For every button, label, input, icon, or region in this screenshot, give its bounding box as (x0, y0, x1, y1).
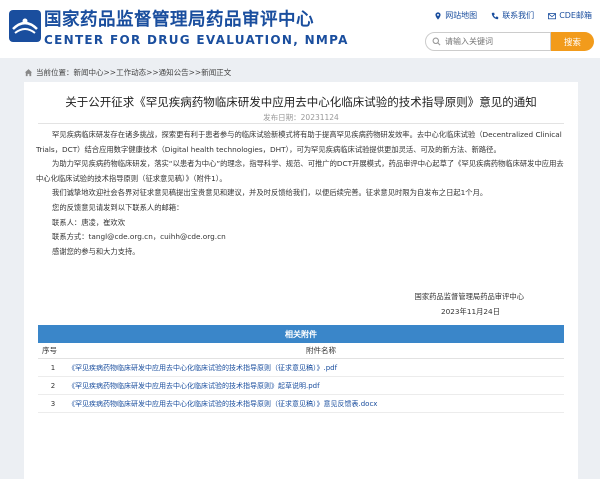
paragraph-draft: 为助力罕见疾病药物临床研发，落实“以患者为中心”的理念，指导科学、规范、可推广的… (36, 159, 564, 183)
table-row: 2 《罕见疾病药物临床研发中应用去中心化临床试验的技术指导原则》起草说明.pdf (38, 377, 564, 395)
row-number: 1 (50, 363, 56, 372)
search-box (425, 32, 551, 51)
article-title: 关于公开征求《罕见疾病药物临床研发中应用去中心化临床试验的技术指导原则》意见的通… (65, 95, 537, 109)
cde-logo-icon[interactable] (8, 9, 42, 43)
phone-icon (491, 12, 499, 19)
signature-date: 2023年11月24日 (440, 307, 500, 316)
paragraph-invite: 我们诚挚地欢迎社会各界对征求意见稿提出宝贵意见和建议，并及时反馈给我们，以便后续… (52, 188, 488, 198)
paragraph-feedback: 您的反馈意见请发到以下联系人的邮箱： (52, 202, 184, 212)
attachment-link-3[interactable]: 《罕见疾病药物临床研发中应用去中心化临床试验的技术指导原则（征求意见稿）》意见反… (68, 399, 377, 409)
cde-mail-label: CDE邮箱 (559, 11, 592, 20)
table-row: 3 《罕见疾病药物临床研发中应用去中心化临床试验的技术指导原则（征求意见稿）》意… (38, 395, 564, 413)
contact-label: 联系我们 (502, 11, 535, 20)
column-number: 序号 (42, 346, 57, 355)
breadcrumb-text[interactable]: 当前位置：新闻中心>>工作动态>>通知公告>>新闻正文 (36, 67, 231, 78)
paragraph-thanks: 感谢您的参与和大力支持。 (52, 246, 140, 256)
mail-icon (548, 12, 557, 19)
title-divider (38, 123, 564, 124)
search-button[interactable]: 搜索 (551, 32, 594, 51)
map-pin-icon (435, 11, 441, 20)
top-links: 网站地图 联系我们 CDE邮箱 (434, 10, 592, 21)
site-header: 国家药品监督管理局药品审评中心 CENTER FOR DRUG EVALUATI… (0, 0, 600, 58)
table-row: 1 《罕见疾病药物临床研发中应用去中心化临床试验的技术指导原则（征求意见稿）》.… (38, 359, 564, 377)
article-body: 罕见疾病临床研发存在诸多挑战，探索更有利于患者参与的临床试验新模式将有助于提高罕… (36, 128, 566, 259)
attachment-link-2[interactable]: 《罕见疾病药物临床研发中应用去中心化临床试验的技术指导原则》起草说明.pdf (68, 381, 320, 391)
search-input[interactable] (445, 37, 545, 46)
row-number: 3 (50, 399, 56, 408)
contact-emails: 联系方式：tangl@cde.org.cn，cuihh@cde.org.cn (52, 232, 226, 242)
column-name: 附件名称 (306, 346, 336, 355)
article-panel: 关于公开征求《罕见疾病药物临床研发中应用去中心化临床试验的技术指导原则》意见的通… (24, 82, 578, 479)
publish-date: 发布日期：20231124 (263, 113, 339, 122)
contact-link[interactable]: 联系我们 (491, 10, 534, 21)
search-icon (432, 37, 441, 46)
sitemap-link[interactable]: 网站地图 (434, 10, 477, 21)
attachments-column-headers: 序号 附件名称 (38, 343, 564, 359)
row-number: 2 (50, 381, 56, 390)
home-icon (24, 69, 33, 77)
breadcrumb: 当前位置：新闻中心>>工作动态>>通知公告>>新闻正文 (24, 67, 231, 78)
attachments-table: 相关附件 序号 附件名称 1 《罕见疾病药物临床研发中应用去中心化临床试验的技术… (38, 325, 564, 413)
paragraph-intro: 罕见疾病临床研发存在诸多挑战，探索更有利于患者参与的临床试验新模式将有助于提高罕… (36, 130, 562, 154)
cde-mail-link[interactable]: CDE邮箱 (548, 10, 592, 21)
site-subtitle: CENTER FOR DRUG EVALUATION, NMPA (44, 33, 349, 47)
attachment-link-1[interactable]: 《罕见疾病药物临床研发中应用去中心化临床试验的技术指导原则（征求意见稿）》.pd… (68, 363, 337, 373)
attachments-header: 相关附件 (38, 325, 564, 343)
sitemap-label: 网站地图 (445, 11, 478, 20)
contact-persons: 联系人：唐凌，崔欢欢 (52, 217, 126, 227)
signature-org: 国家药品监督管理局药品审评中心 (414, 292, 524, 301)
site-title: 国家药品监督管理局药品审评中心 (44, 10, 314, 30)
